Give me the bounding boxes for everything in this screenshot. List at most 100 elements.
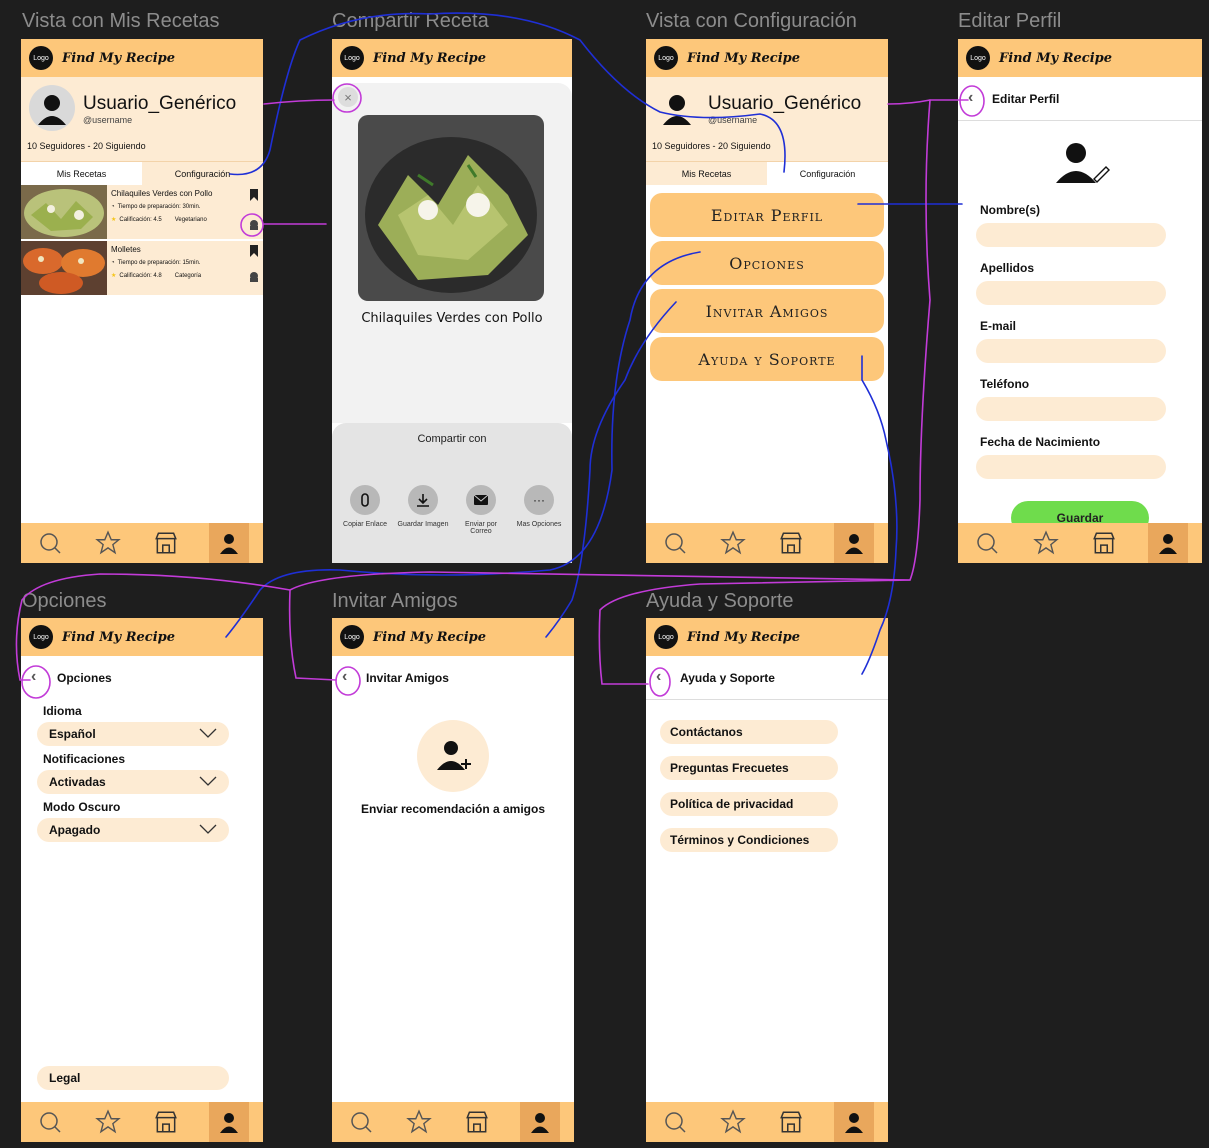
page-header: ‹ Ayuda y Soporte	[646, 656, 888, 700]
profile-icon[interactable]	[834, 1102, 874, 1142]
email-field[interactable]	[976, 339, 1166, 363]
invite-friends-button[interactable]: Invitar Amigos	[650, 289, 884, 333]
logo: Logo	[340, 625, 364, 649]
recipe-info: Chilaquiles Verdes con Pollo ◔ Tiempo de …	[107, 185, 263, 239]
back-chevron-icon[interactable]: ‹	[342, 668, 347, 686]
notifications-select[interactable]: Activadas	[37, 770, 229, 794]
profile-icon[interactable]	[834, 523, 874, 563]
app-bar: Logo Find My Recipe	[332, 39, 572, 77]
more-icon: ···	[524, 485, 554, 515]
share-sheet-preview: × Chilaquiles Verdes con Pollo	[332, 83, 572, 423]
share-more[interactable]: ··· Mas Opciones	[512, 485, 566, 535]
frame-title-invite: Invitar Amigos	[332, 590, 458, 612]
frame-title-edit-profile: Editar Perfil	[958, 10, 1062, 32]
store-icon[interactable]	[151, 528, 181, 558]
screen-invite: Logo Find My Recipe ‹ Invitar Amigos Env…	[332, 618, 574, 1142]
frame-title-options: Opciones	[22, 590, 107, 612]
help-privacy[interactable]: Política de privacidad	[660, 792, 838, 816]
share-email[interactable]: Enviar por Correo	[454, 485, 508, 535]
share-recipe-title: Chilaquiles Verdes con Pollo	[361, 311, 543, 326]
share-sheet: Compartir con Copiar Enlace Guardar Imag…	[332, 423, 572, 563]
search-icon[interactable]	[660, 1107, 690, 1137]
birthdate-field[interactable]	[976, 455, 1166, 479]
bookmark-icon[interactable]	[249, 245, 259, 257]
profile-icon[interactable]	[520, 1102, 560, 1142]
tab-my-recipes[interactable]: Mis Recetas	[646, 162, 767, 185]
language-select[interactable]: Español	[37, 722, 229, 746]
name-field[interactable]	[976, 223, 1166, 247]
notifications-value: Activadas	[49, 775, 106, 789]
tab-my-recipes[interactable]: Mis Recetas	[21, 162, 142, 185]
brand-name: Find My Recipe	[373, 629, 486, 645]
profile-handle: @username	[83, 115, 133, 125]
help-terms[interactable]: Términos y Condiciones	[660, 828, 838, 852]
dark-mode-value: Apagado	[49, 823, 101, 837]
bookmark-icon[interactable]	[249, 189, 259, 201]
back-chevron-icon[interactable]: ‹	[31, 668, 36, 686]
profile-icon[interactable]	[1147, 523, 1188, 563]
legal-item[interactable]: Legal	[37, 1066, 229, 1090]
bottom-nav	[332, 1102, 574, 1142]
back-chevron-icon[interactable]: ‹	[656, 668, 661, 686]
recipe-photo	[358, 115, 544, 301]
favorites-star-icon[interactable]	[718, 1107, 748, 1137]
search-icon[interactable]	[660, 528, 690, 558]
search-icon[interactable]	[35, 1107, 65, 1137]
invite-cta: Enviar recomendación a amigos	[360, 802, 546, 816]
dark-mode-select[interactable]: Apagado	[37, 818, 229, 842]
share-save-image[interactable]: Guardar Imagen	[396, 485, 450, 535]
favorites-star-icon[interactable]	[93, 1107, 123, 1137]
close-icon[interactable]: ×	[338, 87, 358, 107]
tab-config[interactable]: Configuración	[142, 162, 263, 185]
field-label-name: Nombre(s)	[980, 203, 1041, 217]
phone-field[interactable]	[976, 397, 1166, 421]
frame-title-share: Compartir Receta	[332, 10, 489, 32]
options-button[interactable]: Opciones	[650, 241, 884, 285]
search-icon[interactable]	[346, 1107, 376, 1137]
bottom-nav	[646, 1102, 888, 1142]
recipe-rating: Calificación: 4.8	[119, 272, 162, 279]
share-actions: Copiar Enlace Guardar Imagen Enviar por …	[332, 485, 572, 535]
favorites-star-icon[interactable]	[93, 528, 123, 558]
lastname-field[interactable]	[976, 281, 1166, 305]
recipe-rating: Calificación: 4.5	[119, 216, 162, 223]
search-icon[interactable]	[972, 528, 1002, 558]
profile-header: Usuario_Genérico @username 10 Seguidores…	[21, 77, 263, 161]
profile-icon[interactable]	[209, 523, 249, 563]
help-faq[interactable]: Preguntas Frecuetes	[660, 756, 838, 780]
frame-title-help: Ayuda y Soporte	[646, 590, 794, 612]
star-icon: ★	[111, 273, 117, 279]
chef-hat-icon[interactable]	[247, 271, 261, 283]
avatar-edit[interactable]	[958, 121, 1202, 191]
search-icon[interactable]	[35, 528, 65, 558]
tab-config[interactable]: Configuración	[767, 162, 888, 185]
avatar	[29, 85, 75, 131]
store-icon[interactable]	[1089, 528, 1119, 558]
favorites-star-icon[interactable]	[1031, 528, 1061, 558]
store-icon[interactable]	[776, 528, 806, 558]
store-icon[interactable]	[776, 1107, 806, 1137]
store-icon[interactable]	[462, 1107, 492, 1137]
back-chevron-icon[interactable]: ‹	[968, 89, 973, 107]
chef-hat-icon[interactable]	[247, 219, 261, 231]
app-bar: Logo Find My Recipe	[646, 618, 888, 656]
brand-name: Find My Recipe	[687, 50, 800, 66]
page-title: Opciones	[57, 671, 112, 685]
store-icon[interactable]	[151, 1107, 181, 1137]
favorites-star-icon[interactable]	[404, 1107, 434, 1137]
profile-tabs: Mis Recetas Configuración	[646, 161, 888, 185]
logo: Logo	[340, 46, 364, 70]
share-copy-link[interactable]: Copiar Enlace	[338, 485, 392, 535]
favorites-star-icon[interactable]	[718, 528, 748, 558]
invite-friend-button[interactable]	[417, 720, 489, 792]
edit-profile-button[interactable]: Editar Perfil	[650, 193, 884, 237]
help-support-button[interactable]: Ayuda y Soporte	[650, 337, 884, 381]
profile-icon[interactable]	[209, 1102, 249, 1142]
frame-title-config: Vista con Configuración	[646, 10, 857, 32]
recipe-card[interactable]: Chilaquiles Verdes con Pollo ◔ Tiempo de …	[21, 185, 263, 241]
share-action-label: Mas Opciones	[516, 521, 562, 528]
bottom-nav	[21, 1102, 263, 1142]
language-label: Idioma	[43, 704, 82, 718]
help-contact[interactable]: Contáctanos	[660, 720, 838, 744]
recipe-card[interactable]: Molletes ◔ Tiempo de preparación: 15min. …	[21, 241, 263, 297]
